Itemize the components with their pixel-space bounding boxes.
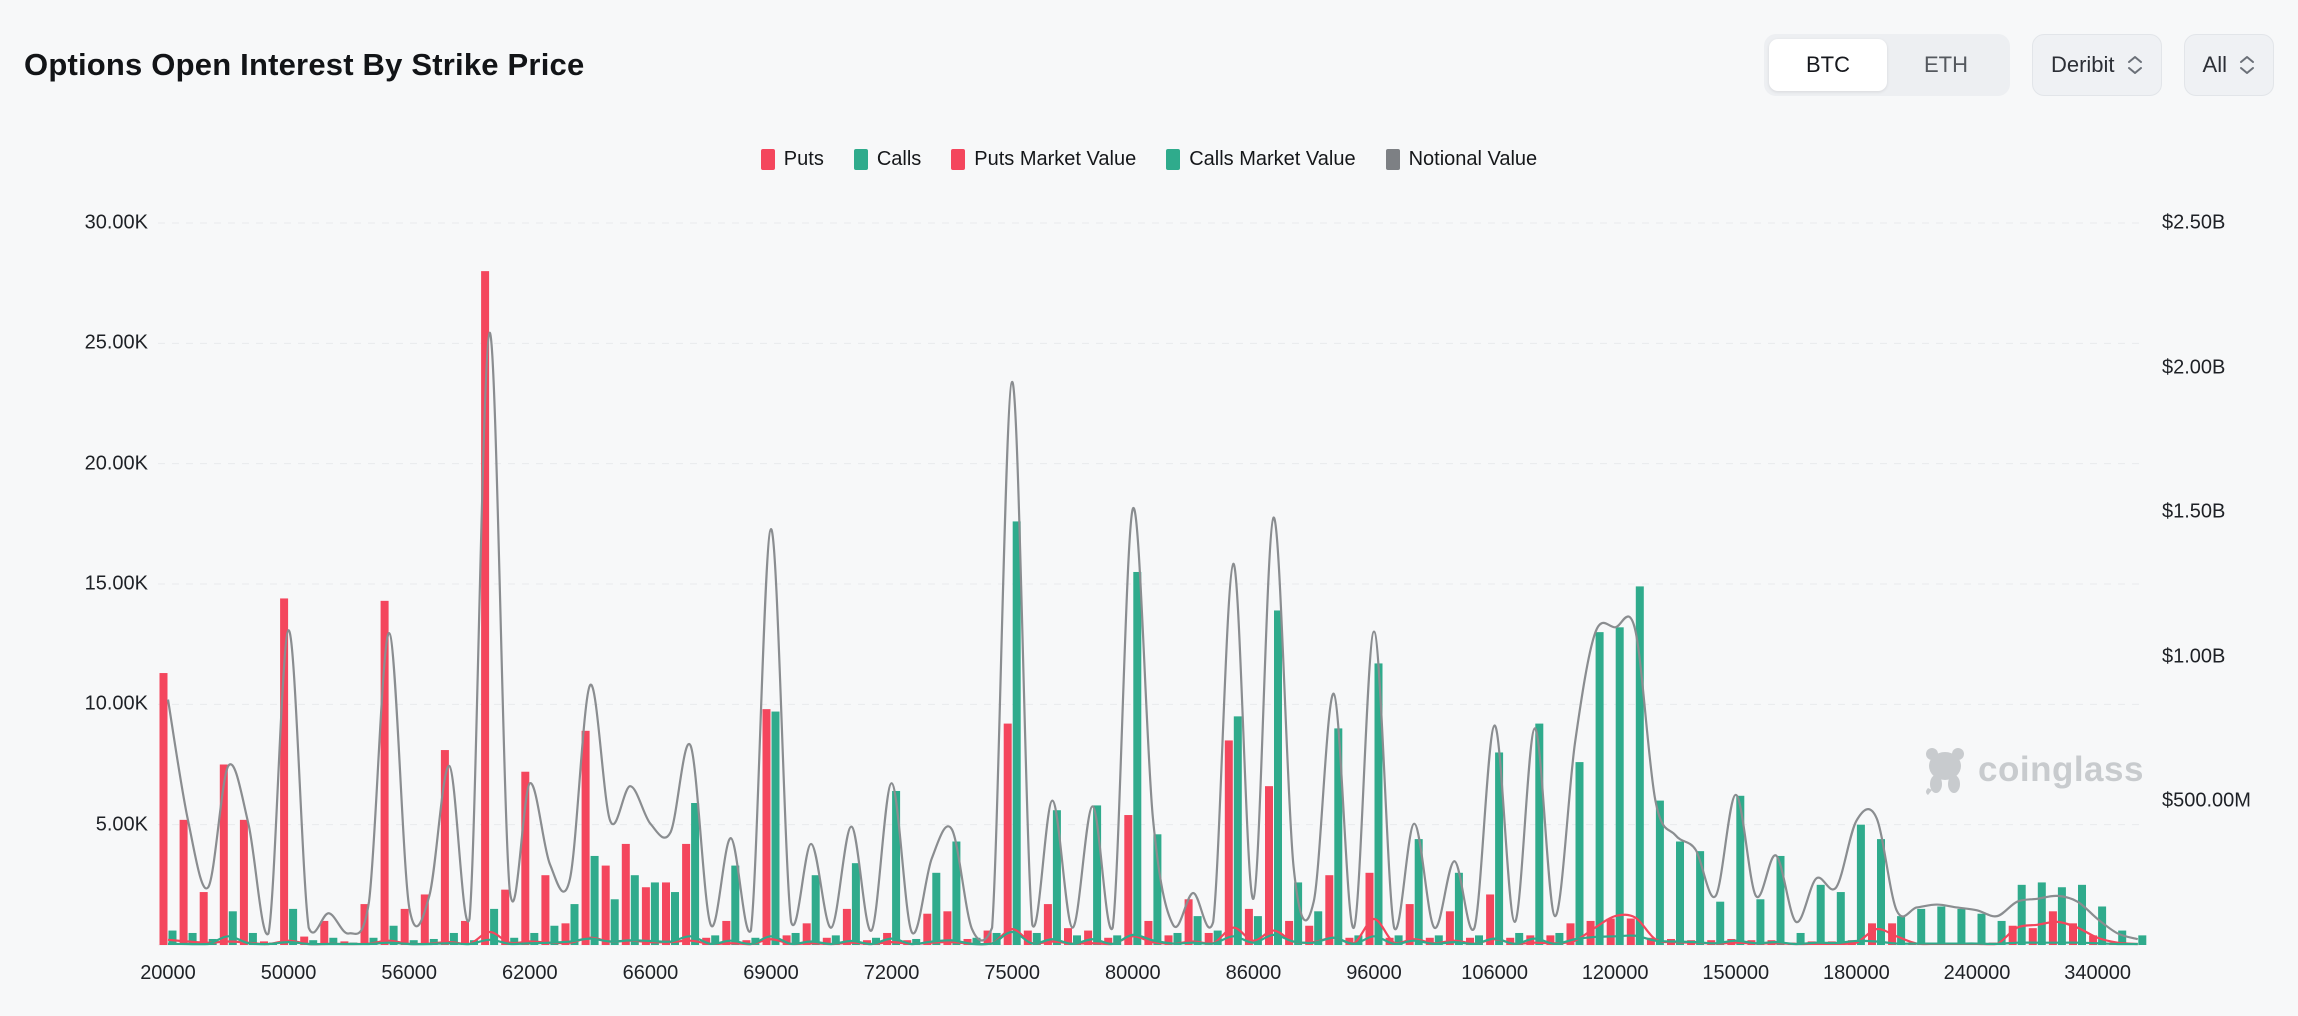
x-axis-tick: 180000 [1823,962,1890,985]
x-axis-tick: 56000 [381,962,437,985]
x-axis-tick: 240000 [1944,962,2011,985]
x-axis-tick: 50000 [261,962,317,985]
x-axis-tick: 80000 [1105,962,1161,985]
left-axis-tick: 25.00K [28,332,148,355]
x-axis-tick: 66000 [623,962,679,985]
left-axis-tick: 20.00K [28,452,148,475]
x-axis-tick: 62000 [502,962,558,985]
right-axis-tick: $500.00M [2162,790,2251,813]
x-axis-tick: 106000 [1461,962,1528,985]
x-axis-tick: 96000 [1346,962,1402,985]
left-axis-tick: 5.00K [28,813,148,836]
right-axis-tick: $1.00B [2162,645,2225,668]
chart-canvas[interactable] [0,0,2298,1016]
right-axis-tick: $1.50B [2162,501,2225,524]
right-axis-tick: $2.50B [2162,212,2225,235]
x-axis-tick: 340000 [2064,962,2131,985]
x-axis-tick: 69000 [743,962,799,985]
left-axis-tick: 10.00K [28,693,148,716]
x-axis-tick: 120000 [1582,962,1649,985]
right-axis-tick: $2.00B [2162,356,2225,379]
left-axis-tick: 30.00K [28,212,148,235]
left-axis-tick: 15.00K [28,573,148,596]
x-axis-tick: 75000 [984,962,1040,985]
x-axis-tick: 20000 [140,962,196,985]
x-axis-tick: 86000 [1226,962,1282,985]
x-axis-tick: 72000 [864,962,920,985]
chart-area: 30.00K 25.00K 20.00K 15.00K 10.00K 5.00K $2.5… [0,0,2298,1016]
x-axis-tick: 150000 [1702,962,1769,985]
